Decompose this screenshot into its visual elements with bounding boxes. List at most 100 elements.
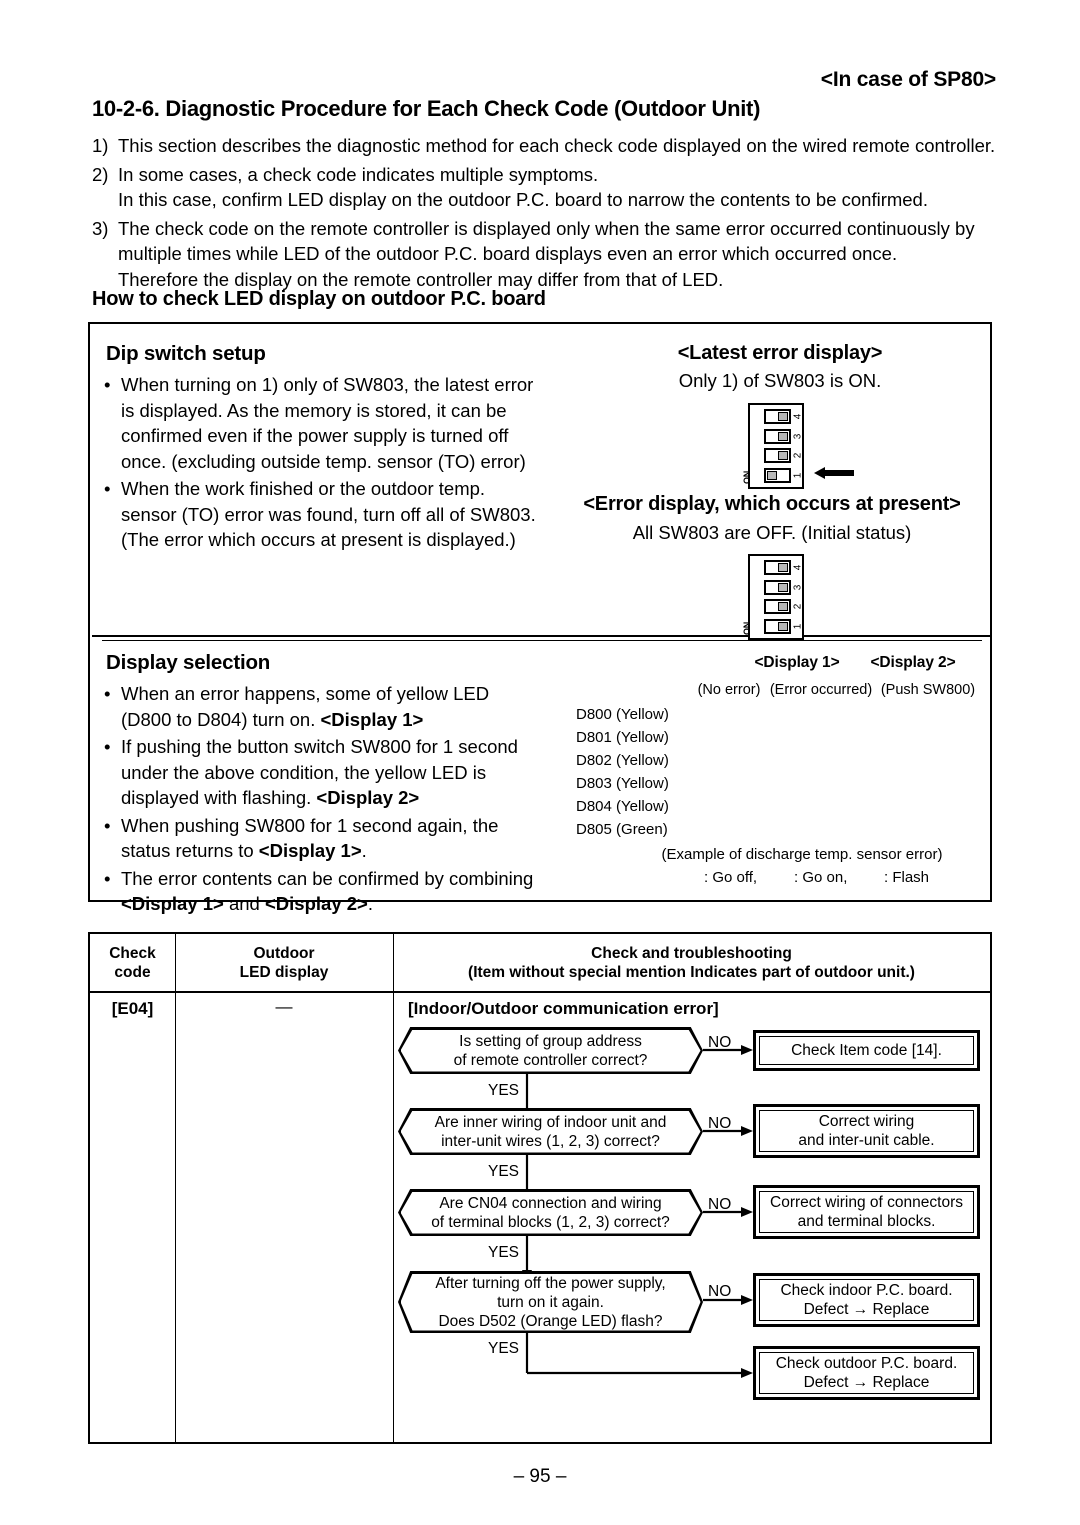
flow-decision-text: Are inner wiring of indoor unit and inte… <box>400 1110 701 1153</box>
flow-result-check-outdoor-pcb: Check outdoor P.C. board. Defect → Repla… <box>753 1346 980 1400</box>
dip-switch-row-1[interactable]: ON 1 <box>742 467 803 484</box>
dip-switch-number-2: 2 <box>792 604 804 610</box>
dip-switch-row-4[interactable]: 4 <box>753 408 803 425</box>
dip-switch-number-4: 4 <box>792 413 804 420</box>
dip-on-label: ON <box>742 471 752 484</box>
bullet-text: The error contents can be confirmed by c… <box>121 866 574 917</box>
flow-line: of terminal blocks (1, 2, 3) correct? <box>431 1213 670 1231</box>
led-row-label-d804: D804 (Yellow) <box>576 798 669 815</box>
flow-line: Are CN04 connection and wiring <box>439 1194 662 1212</box>
intro-item-body: In some cases, a check code indicates mu… <box>118 162 992 213</box>
flow-result-correct-connectors: Correct wiring of connectors and termina… <box>753 1185 980 1239</box>
dip-switch-number-4: 4 <box>792 564 804 571</box>
led-display-panel: Dip switch setup • When turning on 1) on… <box>88 322 992 914</box>
left-arrow-icon <box>814 467 854 479</box>
bullet-text: If pushing the button switch SW800 for 1… <box>121 734 574 811</box>
model-variant-label: <In case of SP80> <box>820 68 996 91</box>
intro-item: 2) In some cases, a check code indicates… <box>92 162 992 213</box>
dip-toggle-3[interactable] <box>764 428 791 444</box>
flow-label-no-3: NO <box>708 1196 732 1213</box>
bullet-item: • When the work finished or the outdoor … <box>104 476 564 553</box>
dip-switch-row-3[interactable]: 3 <box>753 579 803 596</box>
bullet-dot-icon: • <box>104 478 111 499</box>
flow-result-check-indoor-pcb: Check indoor P.C. board. Defect → Replac… <box>753 1273 980 1327</box>
intro-line: The check code on the remote controller … <box>118 217 975 239</box>
flow-label-no-2: NO <box>708 1115 732 1132</box>
dip-toggle-2[interactable] <box>764 599 791 615</box>
bullet-dot-icon: • <box>104 736 111 757</box>
bullet-text: When an error happens, some of yellow LE… <box>121 681 574 732</box>
latest-error-display-note: Only 1) of SW803 is ON. <box>678 370 882 391</box>
dip-switch-number-1: 1 <box>792 472 804 479</box>
intro-item-number: 2) <box>92 163 109 185</box>
dip-toggle-4[interactable] <box>764 560 791 575</box>
dip-switch-present-error[interactable]: 4 3 2 ON 1 <box>742 554 804 640</box>
flow-result-correct-wiring: Correct wiring and inter-unit cable. <box>753 1104 980 1158</box>
present-error-display-note: All SW803 are OFF. (Initial status) <box>632 522 912 543</box>
flow-line: and terminal blocks. <box>797 1213 936 1230</box>
flow-line: Check indoor P.C. board. <box>780 1282 953 1299</box>
bullet-line: If pushing the button switch SW800 for 1… <box>121 736 518 757</box>
intro-item: 1) This section describes the diagnostic… <box>92 133 995 159</box>
bullet-item: • When turning on 1) only of SW803, the … <box>104 372 564 474</box>
panel-divider <box>92 635 992 641</box>
intro-item-number: 1) <box>92 135 109 156</box>
flow-decision-cn04-connection: Are CN04 connection and wiring of termin… <box>398 1189 703 1236</box>
dip-toggle-4[interactable] <box>764 409 791 424</box>
led-row-label-d802: D802 (Yellow) <box>576 752 669 769</box>
dip-switch-row-2[interactable]: 2 <box>753 447 803 464</box>
flow-label-no-4: NO <box>708 1283 732 1300</box>
dip-switch-setup-title: Dip switch setup <box>106 342 266 365</box>
intro-item-number: 3) <box>92 217 109 239</box>
flow-line: inter-unit wires (1, 2, 3) correct? <box>441 1132 660 1150</box>
flow-decision-text: Are CN04 connection and wiring of termin… <box>400 1191 701 1234</box>
bullet-dot-icon: • <box>104 683 111 704</box>
bullet-line: When the work finished or the outdoor te… <box>121 478 486 499</box>
bullet-line: (The error which occurs at present is di… <box>121 529 516 550</box>
flow-label-yes-4: YES <box>488 1340 520 1357</box>
flow-decision-text: After turning off the power supply, turn… <box>400 1273 701 1331</box>
flow-label-yes-1: YES <box>488 1082 520 1099</box>
flow-result-check-item-code: Check Item code [14]. <box>753 1030 980 1071</box>
dip-switch-number-1: 1 <box>792 623 804 630</box>
flow-decision-group-address: Is setting of group address of remote co… <box>398 1027 703 1074</box>
bullet-dot-icon: • <box>104 374 111 395</box>
flow-line: Check outdoor P.C. board. <box>775 1355 958 1372</box>
bullet-line: sensor (TO) error was found, turn off al… <box>121 503 536 525</box>
flow-result-text: Correct wiring of connectors and termina… <box>759 1191 974 1233</box>
dip-toggle-1[interactable] <box>764 467 791 483</box>
flow-decision-inner-wiring: Are inner wiring of indoor unit and inte… <box>398 1108 703 1155</box>
flow-line: and inter-unit cable. <box>798 1132 935 1149</box>
dip-switch-row-4[interactable]: 4 <box>753 559 803 576</box>
dip-switch-row-3[interactable]: 3 <box>753 428 803 445</box>
bullet-dot-icon: • <box>104 867 111 889</box>
led-example-note: (Example of discharge temp. sensor error… <box>661 846 943 863</box>
check-code-table: Check code Outdoor LED display Check and… <box>88 932 992 1444</box>
dip-toggle-2[interactable] <box>764 448 791 464</box>
section-title-text: Diagnostic Procedure for Each Check Code… <box>165 96 761 121</box>
intro-item-body: This section describes the diagnostic me… <box>118 133 995 159</box>
dip-switch-row-2[interactable]: 2 <box>753 598 803 615</box>
dip-switch-row-1[interactable]: ON 1 <box>742 618 803 635</box>
bullet-line: is displayed. As the memory is stored, i… <box>121 399 507 421</box>
bullet-line: The error contents can be confirmed by c… <box>121 867 534 889</box>
led-col-header-display1: <Display 1> <box>754 654 840 671</box>
dip-toggle-1[interactable] <box>764 618 791 634</box>
bullet-text: When the work finished or the outdoor te… <box>121 476 564 553</box>
dip-switch-number-3: 3 <box>792 433 804 439</box>
latest-error-display-heading: <Latest error display> <box>677 342 883 364</box>
dip-on-label: ON <box>742 622 752 635</box>
document-page: <In case of SP80> 10-2-6. Diagnostic Pro… <box>0 0 1080 1525</box>
bullet-text: When turning on 1) only of SW803, the la… <box>121 372 564 474</box>
page-number: – 95 – <box>513 1466 567 1487</box>
flow-result-text: Check indoor P.C. board. Defect → Replac… <box>759 1279 974 1321</box>
led-legend-go-off: : Go off, <box>704 869 758 886</box>
section-number: 10-2-6. <box>92 96 160 121</box>
flow-line: After turning off the power supply, <box>435 1274 666 1292</box>
dip-toggle-3[interactable] <box>764 579 791 595</box>
dip-switch-latest-error[interactable]: 4 3 2 ON 1 <box>742 403 804 489</box>
bullet-line: <Display 1> and <Display 2>. <box>121 893 373 914</box>
bullet-item: • When pushing SW800 for 1 second again,… <box>104 813 574 864</box>
bullet-item: • When an error happens, some of yellow … <box>104 681 574 732</box>
dip-switch-number-3: 3 <box>792 584 804 590</box>
